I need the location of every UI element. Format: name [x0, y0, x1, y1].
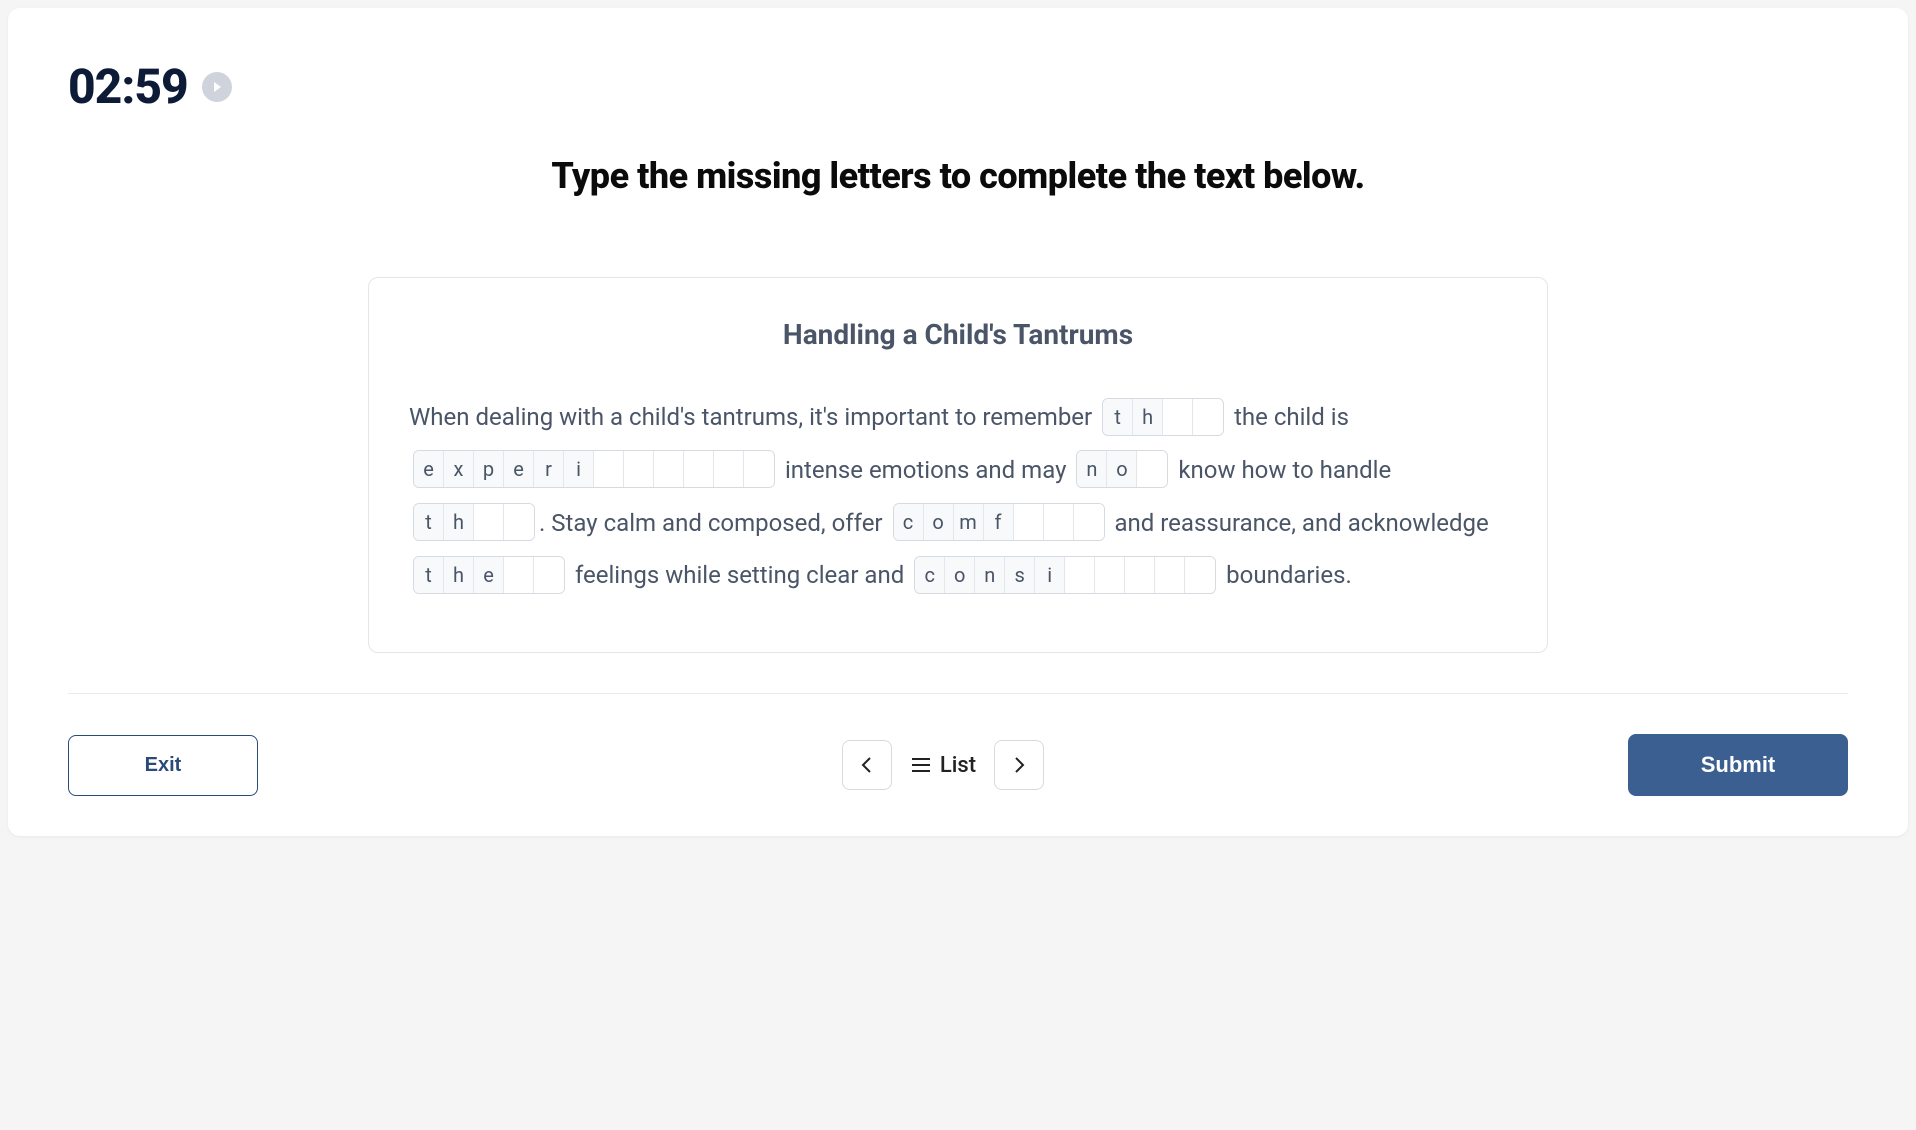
letter-cell-blank[interactable] [624, 451, 654, 487]
letter-input-group[interactable]: th [1102, 398, 1224, 436]
letter-cell-blank[interactable] [1137, 451, 1167, 487]
letter-cell-blank[interactable] [1014, 504, 1044, 540]
exercise-passage: When dealing with a child's tantrums, it… [409, 391, 1507, 602]
next-button[interactable] [994, 740, 1044, 790]
passage-text: feelings while setting clear and [569, 561, 910, 589]
letter-cell-blank[interactable] [1193, 399, 1223, 435]
letter-cell-blank[interactable] [684, 451, 714, 487]
letter-input-group[interactable]: no [1076, 450, 1168, 488]
list-button[interactable]: List [910, 753, 976, 778]
letter-cell-blank[interactable] [654, 451, 684, 487]
instruction-text: Type the missing letters to complete the… [68, 155, 1848, 197]
letter-cell-prefilled: e [474, 557, 504, 593]
letter-cell-blank[interactable] [744, 451, 774, 487]
chevron-right-icon [1011, 755, 1027, 775]
passage-text: know how to handle [1172, 456, 1391, 484]
list-icon [910, 756, 932, 774]
letter-cell-prefilled: r [534, 451, 564, 487]
submit-button[interactable]: Submit [1628, 734, 1848, 796]
letter-cell-prefilled: m [954, 504, 984, 540]
letter-cell-blank[interactable] [1095, 557, 1125, 593]
letter-cell-prefilled: n [1077, 451, 1107, 487]
letter-cell-prefilled: o [1107, 451, 1137, 487]
play-timer-button[interactable] [202, 72, 232, 102]
letter-cell-prefilled: c [915, 557, 945, 593]
letter-cell-prefilled: i [1035, 557, 1065, 593]
divider [68, 693, 1848, 694]
letter-cell-blank[interactable] [594, 451, 624, 487]
letter-cell-prefilled: c [894, 504, 924, 540]
letter-input-group[interactable]: experi [413, 450, 775, 488]
exit-button[interactable]: Exit [68, 735, 258, 796]
letter-input-group[interactable]: the [413, 556, 565, 594]
letter-cell-prefilled: o [945, 557, 975, 593]
letter-cell-blank[interactable] [1163, 399, 1193, 435]
letter-cell-prefilled: s [1005, 557, 1035, 593]
letter-cell-blank[interactable] [1185, 557, 1215, 593]
letter-cell-blank[interactable] [474, 504, 504, 540]
letter-input-group[interactable]: th [413, 503, 535, 541]
letter-cell-prefilled: p [474, 451, 504, 487]
footer: Exit List Submit [68, 734, 1848, 796]
letter-cell-blank[interactable] [1125, 557, 1155, 593]
chevron-left-icon [859, 755, 875, 775]
letter-cell-blank[interactable] [1044, 504, 1074, 540]
passage-text: and reassurance, and acknowledge [1109, 509, 1489, 537]
letter-cell-prefilled: t [414, 557, 444, 593]
letter-cell-prefilled: h [444, 557, 474, 593]
timer-row: 02:59 [68, 58, 1848, 115]
letter-cell-prefilled: o [924, 504, 954, 540]
exercise-box: Handling a Child's Tantrums When dealing… [368, 277, 1548, 653]
letter-cell-prefilled: t [1103, 399, 1133, 435]
letter-cell-blank[interactable] [1065, 557, 1095, 593]
letter-input-group[interactable]: comf [893, 503, 1105, 541]
nav-group: List [842, 740, 1044, 790]
passage-text: boundaries. [1220, 561, 1352, 589]
prev-button[interactable] [842, 740, 892, 790]
play-icon [211, 81, 223, 93]
passage-text: . Stay calm and composed, offer [539, 509, 889, 537]
letter-cell-prefilled: f [984, 504, 1014, 540]
letter-cell-prefilled: t [414, 504, 444, 540]
list-label: List [940, 753, 976, 778]
letter-cell-blank[interactable] [534, 557, 564, 593]
letter-cell-prefilled: h [444, 504, 474, 540]
letter-input-group[interactable]: consi [914, 556, 1216, 594]
timer-display: 02:59 [68, 58, 188, 115]
letter-cell-prefilled: e [504, 451, 534, 487]
passage-text: the child is [1228, 403, 1349, 431]
letter-cell-blank[interactable] [1074, 504, 1104, 540]
letter-cell-prefilled: i [564, 451, 594, 487]
exercise-title: Handling a Child's Tantrums [409, 318, 1507, 351]
letter-cell-prefilled: x [444, 451, 474, 487]
letter-cell-blank[interactable] [1155, 557, 1185, 593]
letter-cell-blank[interactable] [714, 451, 744, 487]
letter-cell-prefilled: n [975, 557, 1005, 593]
passage-text: When dealing with a child's tantrums, it… [409, 403, 1098, 431]
question-card: 02:59 Type the missing letters to comple… [8, 8, 1908, 836]
letter-cell-prefilled: h [1133, 399, 1163, 435]
letter-cell-blank[interactable] [504, 557, 534, 593]
letter-cell-blank[interactable] [504, 504, 534, 540]
passage-text: intense emotions and may [779, 456, 1072, 484]
letter-cell-prefilled: e [414, 451, 444, 487]
